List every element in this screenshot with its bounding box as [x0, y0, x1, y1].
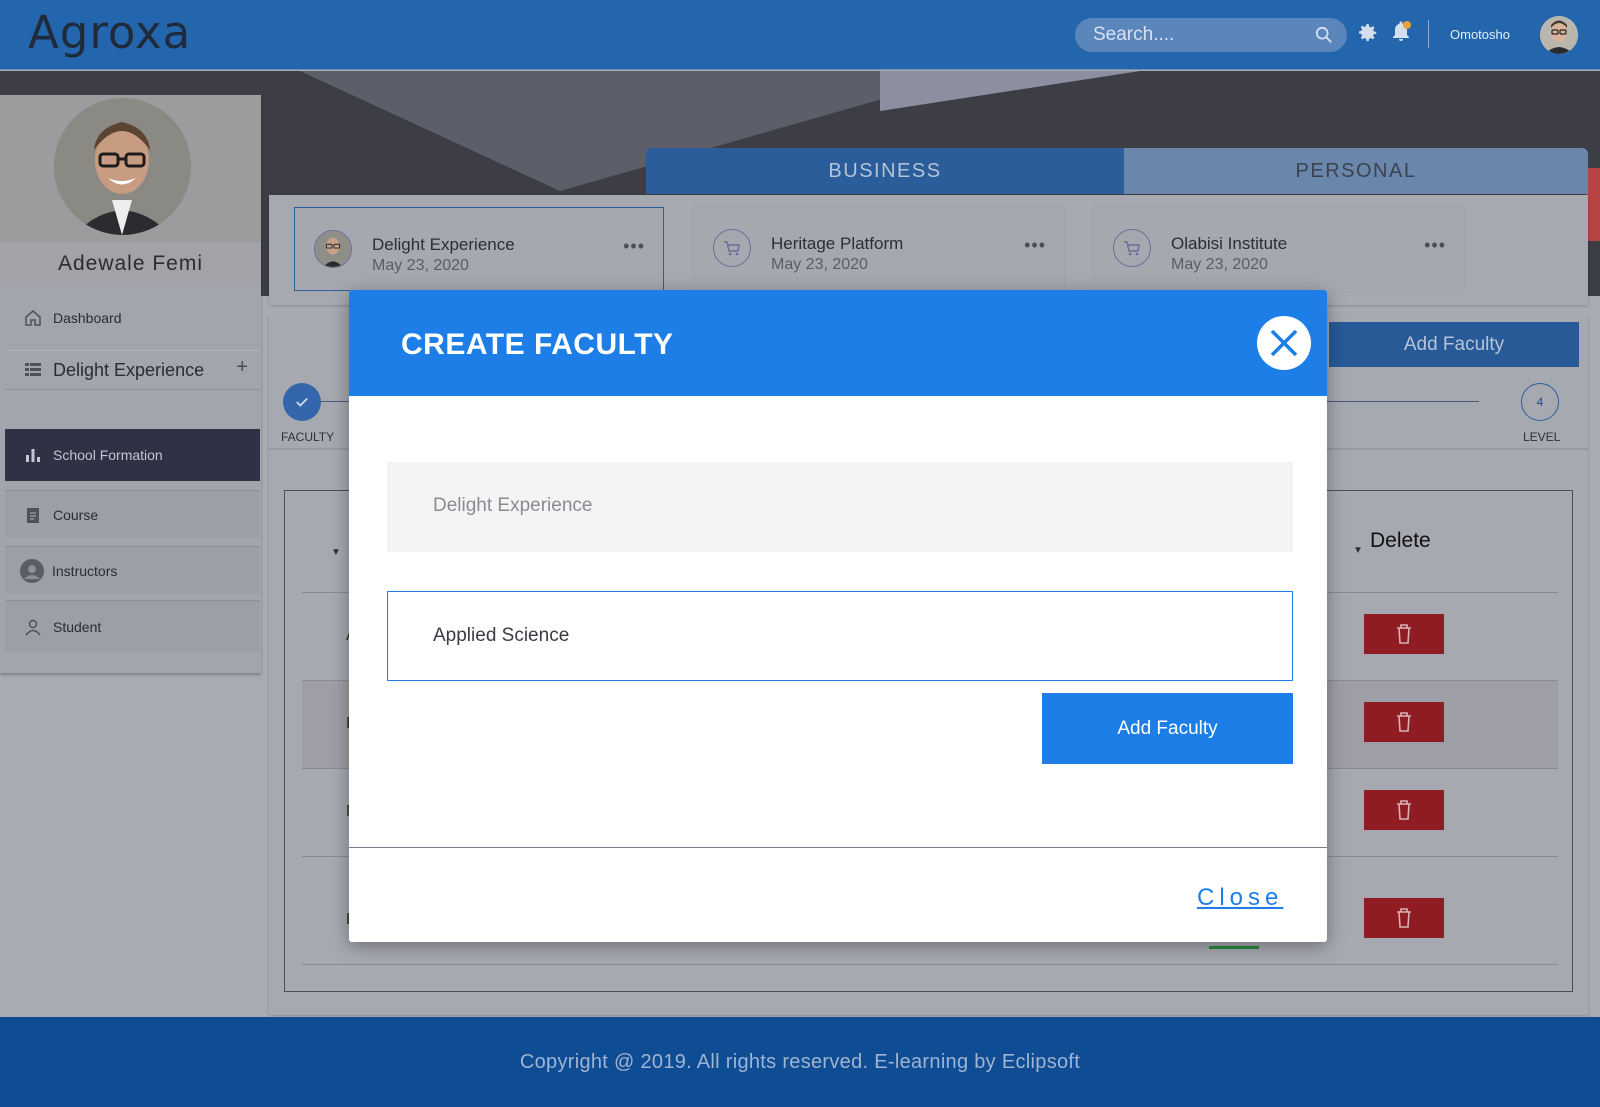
step-label: LEVEL — [1523, 430, 1561, 444]
banner-decoration — [880, 71, 1140, 111]
institution-card[interactable]: Delight Experience May 23, 2020 ••• — [294, 207, 664, 291]
close-x-icon — [1270, 329, 1298, 357]
profile-avatar[interactable] — [54, 98, 191, 235]
expand-plus-icon[interactable]: + — [236, 356, 248, 379]
sidebar-item-student[interactable]: Student — [5, 600, 260, 652]
close-icon[interactable] — [1257, 316, 1311, 370]
step-level[interactable]: 4 — [1521, 383, 1559, 421]
faculty-name-input[interactable] — [387, 591, 1293, 681]
sidebar-item-label: School Formation — [53, 447, 163, 463]
bar-chart-icon — [26, 449, 40, 462]
sidebar-item-dashboard[interactable]: Dashboard — [5, 298, 260, 338]
row-divider — [302, 964, 1558, 965]
create-faculty-modal: CREATE FACULTY Delight Experience Add Fa… — [349, 290, 1327, 942]
trash-icon — [1397, 908, 1411, 928]
institution-cards: Delight Experience May 23, 2020 ••• Heri… — [269, 195, 1588, 305]
page-footer: Copyright @ 2019. All rights reserved. E… — [0, 1017, 1600, 1107]
bell-icon[interactable] — [1389, 20, 1413, 44]
gear-icon[interactable] — [1357, 22, 1379, 44]
app-logo[interactable]: Agroxa — [28, 6, 191, 59]
institution-card[interactable]: Heritage Platform May 23, 2020 ••• — [694, 207, 1064, 291]
sidebar-item-label: Course — [53, 506, 99, 523]
institution-card[interactable]: Olabisi Institute May 23, 2020 ••• — [1094, 207, 1464, 291]
avatar-icon — [1540, 16, 1578, 54]
card-title: Heritage Platform — [771, 234, 904, 253]
document-icon — [27, 507, 39, 523]
search-box[interactable]: Search.... — [1075, 18, 1347, 52]
card-date: May 23, 2020 — [771, 256, 868, 273]
more-options-icon[interactable]: ••• — [1424, 235, 1446, 256]
list-icon — [25, 363, 41, 376]
sidebar-item-label: Instructors — [52, 562, 118, 579]
sort-caret-icon[interactable]: ▼ — [331, 547, 341, 558]
sidebar-item-instructors[interactable]: Instructors — [5, 546, 260, 594]
profile-name: Adewale Femi — [0, 245, 261, 283]
sort-caret-icon[interactable]: ▼ — [1353, 545, 1363, 556]
header-divider — [1428, 20, 1429, 48]
step-label: FACULTY — [281, 430, 335, 444]
card-title: Delight Experience — [372, 235, 515, 254]
add-faculty-button[interactable]: Add Faculty — [1329, 322, 1579, 367]
copyright-text: Copyright @ 2019. All rights reserved. E… — [519, 1050, 1081, 1073]
sidebar-item-school-formation[interactable]: School Formation — [5, 429, 260, 481]
card-title: Olabisi Institute — [1171, 234, 1288, 253]
modal-title: CREATE FACULTY — [401, 328, 674, 361]
school-name-value: Delight Experience — [433, 495, 593, 516]
tab-business[interactable]: BUSINESS — [646, 148, 1124, 194]
more-options-icon[interactable]: ••• — [623, 236, 645, 257]
sidebar-item-label: Student — [53, 618, 102, 635]
avatar-icon — [20, 558, 44, 583]
avatar-icon — [54, 98, 191, 235]
delete-column-header: Delete — [1370, 529, 1431, 552]
modal-close-link[interactable]: Close — [1197, 884, 1283, 912]
avatar-icon — [314, 230, 352, 268]
status-indicator — [1209, 946, 1259, 949]
modal-add-faculty-button[interactable]: Add Faculty — [1042, 693, 1293, 764]
user-icon — [25, 619, 41, 635]
search-input[interactable]: Search.... — [1093, 24, 1174, 46]
trash-icon — [1397, 624, 1411, 644]
modal-header: CREATE FACULTY — [349, 290, 1327, 396]
cart-icon — [1113, 229, 1151, 267]
delete-button[interactable] — [1364, 898, 1444, 938]
search-icon[interactable] — [1315, 26, 1333, 44]
sidebar-item-course[interactable]: Course — [5, 490, 260, 538]
more-options-icon[interactable]: ••• — [1024, 235, 1046, 256]
username-label[interactable]: Omotosho — [1450, 27, 1510, 42]
delete-button[interactable] — [1364, 614, 1444, 654]
step-faculty[interactable] — [283, 383, 321, 421]
sidebar: Adewale Femi Dashboard Delight Experienc… — [0, 95, 261, 673]
home-icon — [25, 310, 41, 326]
edge-decoration — [1586, 168, 1600, 241]
top-navbar: Agroxa Search.... Omotosho — [0, 0, 1600, 70]
card-date: May 23, 2020 — [372, 257, 469, 274]
account-tabs: BUSINESS PERSONAL — [646, 148, 1588, 194]
sidebar-item-label: Delight Experience — [53, 359, 205, 380]
checkmark-icon — [296, 397, 308, 407]
delete-button[interactable] — [1364, 790, 1444, 830]
sidebar-item-label: Dashboard — [53, 310, 122, 326]
trash-icon — [1397, 712, 1411, 732]
school-name-field: Delight Experience — [387, 462, 1293, 552]
trash-icon — [1397, 800, 1411, 820]
card-date: May 23, 2020 — [1171, 256, 1268, 273]
user-avatar[interactable] — [1540, 16, 1578, 54]
modal-divider — [349, 847, 1327, 848]
cart-icon — [713, 229, 751, 267]
profile-header — [0, 95, 261, 243]
sidebar-item-delight-experience[interactable]: Delight Experience + — [5, 350, 260, 390]
tab-personal[interactable]: PERSONAL — [1124, 148, 1588, 194]
delete-button[interactable] — [1364, 702, 1444, 742]
